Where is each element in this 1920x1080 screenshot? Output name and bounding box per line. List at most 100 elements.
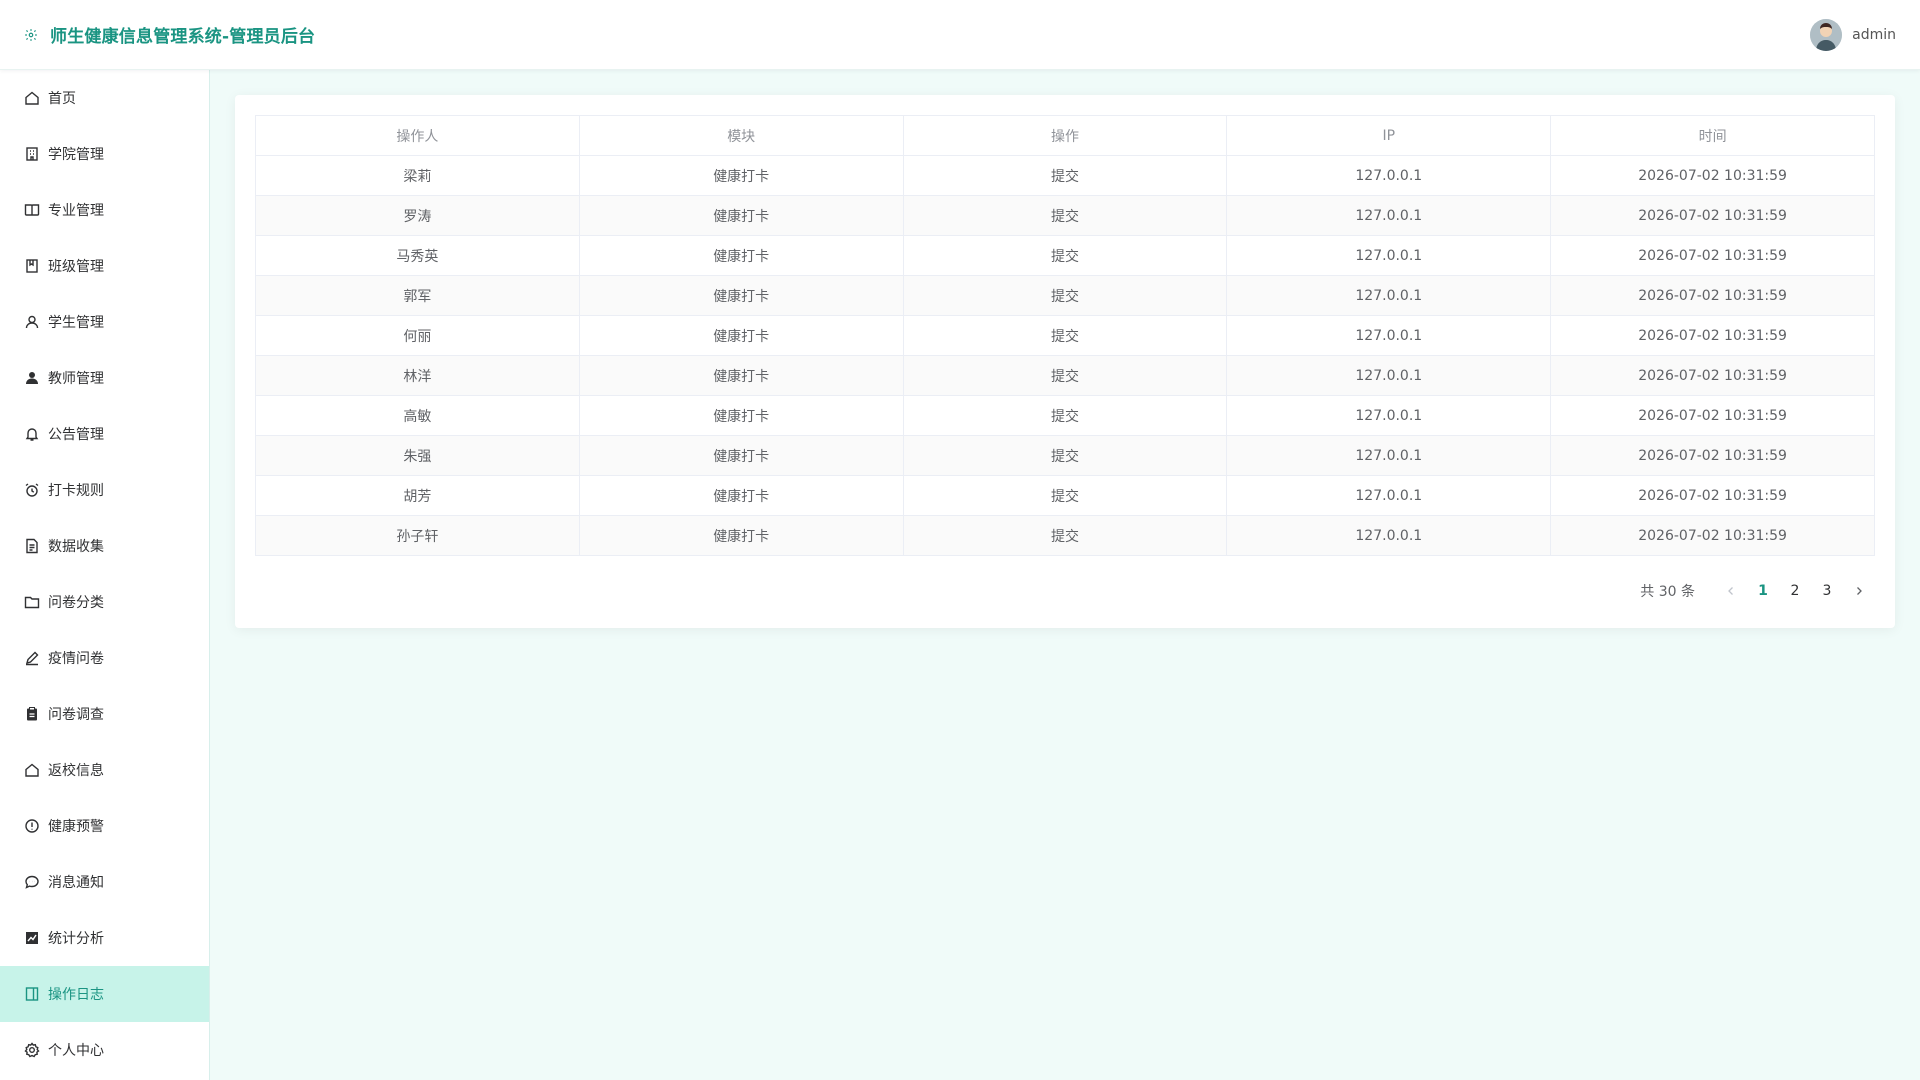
sidebar-item-2[interactable]: 专业管理 bbox=[0, 182, 209, 238]
sidebar-item-16[interactable]: 操作日志 bbox=[0, 966, 209, 1022]
table-cell: 孙子轩 bbox=[255, 515, 580, 556]
table-row[interactable]: 胡芳 健康打卡 提交 127.0.0.1 2026-07-02 10:31:59 bbox=[255, 475, 1875, 516]
edit-icon bbox=[24, 650, 40, 666]
sidebar-item-3[interactable]: 班级管理 bbox=[0, 238, 209, 294]
table-cell: 127.0.0.1 bbox=[1226, 195, 1552, 236]
table-cell: 2026-07-02 10:31:59 bbox=[1550, 395, 1875, 436]
user-solid-icon bbox=[24, 370, 40, 386]
table-cell: 127.0.0.1 bbox=[1226, 355, 1552, 396]
table-row[interactable]: 梁莉 健康打卡 提交 127.0.0.1 2026-07-02 10:31:59 bbox=[255, 155, 1875, 196]
table-row[interactable]: 孙子轩 健康打卡 提交 127.0.0.1 2026-07-02 10:31:59 bbox=[255, 515, 1875, 556]
table-cell: 梁莉 bbox=[255, 155, 580, 196]
column-header[interactable]: 操作 bbox=[902, 115, 1228, 156]
column-header[interactable]: IP bbox=[1226, 115, 1552, 156]
alarm-clock-icon bbox=[24, 482, 40, 498]
table-row[interactable]: 马秀英 健康打卡 提交 127.0.0.1 2026-07-02 10:31:59 bbox=[255, 235, 1875, 276]
sidebar-item-4[interactable]: 学生管理 bbox=[0, 294, 209, 350]
sidebar-item-14[interactable]: 消息通知 bbox=[0, 854, 209, 910]
table-cell: 提交 bbox=[902, 475, 1228, 516]
table-cell: 健康打卡 bbox=[578, 315, 904, 356]
sidebar-item-label: 打卡规则 bbox=[48, 483, 104, 499]
table-cell: 提交 bbox=[902, 355, 1228, 396]
sidebar-item-label: 个人中心 bbox=[48, 1043, 104, 1059]
sidebar-item-1[interactable]: 学院管理 bbox=[0, 126, 209, 182]
sidebar-item-6[interactable]: 公告管理 bbox=[0, 406, 209, 462]
chevron-left-icon[interactable] bbox=[1715, 577, 1747, 605]
table-cell: 健康打卡 bbox=[578, 235, 904, 276]
table-cell: 胡芳 bbox=[255, 475, 580, 516]
sidebar-item-8[interactable]: 数据收集 bbox=[0, 518, 209, 574]
table-row[interactable]: 林洋 健康打卡 提交 127.0.0.1 2026-07-02 10:31:59 bbox=[255, 355, 1875, 396]
table-cell: 2026-07-02 10:31:59 bbox=[1550, 275, 1875, 316]
chart-icon bbox=[24, 930, 40, 946]
table-cell: 提交 bbox=[902, 275, 1228, 316]
clipboard-icon bbox=[24, 706, 40, 722]
log-table-card: 操作人 模块 操作 IP 时间 梁莉 健康打卡 提交 127.0.0.1 2026-07-02 … bbox=[235, 95, 1895, 628]
sidebar-item-10[interactable]: 疫情问卷 bbox=[0, 630, 209, 686]
table-row[interactable]: 罗涛 健康打卡 提交 127.0.0.1 2026-07-02 10:31:59 bbox=[255, 195, 1875, 236]
avatar[interactable] bbox=[1810, 18, 1843, 51]
folder-icon bbox=[24, 594, 40, 610]
sidebar-item-12[interactable]: 返校信息 bbox=[0, 742, 209, 798]
table-cell: 高敏 bbox=[255, 395, 580, 436]
table-row[interactable]: 朱强 健康打卡 提交 127.0.0.1 2026-07-02 10:31:59 bbox=[255, 435, 1875, 476]
chat-icon bbox=[24, 874, 40, 890]
table-cell: 何丽 bbox=[255, 315, 580, 356]
username[interactable]: admin bbox=[1852, 27, 1896, 43]
sidebar-item-13[interactable]: 健康预警 bbox=[0, 798, 209, 854]
table-cell: 健康打卡 bbox=[578, 475, 904, 516]
table-cell: 提交 bbox=[902, 315, 1228, 356]
column-header[interactable]: 模块 bbox=[578, 115, 904, 156]
gear-icon bbox=[24, 27, 40, 43]
page-number-button[interactable]: 2 bbox=[1779, 577, 1811, 605]
user-menu[interactable]: admin bbox=[1810, 18, 1896, 51]
sidebar-item-label: 专业管理 bbox=[48, 203, 104, 219]
pagination-total: 共 30 条 bbox=[1640, 584, 1695, 600]
table-cell: 2026-07-02 10:31:59 bbox=[1550, 195, 1875, 236]
sidebar: 首页学院管理专业管理班级管理 学生管理教师管理公告管理打卡规则数据收集问卷分类疫情… bbox=[0, 70, 210, 1080]
table-cell: 2026-07-02 10:31:59 bbox=[1550, 235, 1875, 276]
table-row[interactable]: 何丽 健康打卡 提交 127.0.0.1 2026-07-02 10:31:59 bbox=[255, 315, 1875, 356]
sidebar-item-label: 健康预警 bbox=[48, 819, 104, 835]
bell-icon bbox=[24, 426, 40, 442]
table-cell: 林洋 bbox=[255, 355, 580, 396]
operation-log-table: 操作人 模块 操作 IP 时间 梁莉 健康打卡 提交 127.0.0.1 2026-07-02 … bbox=[255, 115, 1875, 556]
sidebar-item-label: 首页 bbox=[48, 91, 76, 107]
notebook-icon bbox=[24, 258, 40, 274]
sidebar-item-7[interactable]: 打卡规则 bbox=[0, 462, 209, 518]
table-cell: 127.0.0.1 bbox=[1226, 395, 1552, 436]
column-header[interactable]: 时间 bbox=[1550, 115, 1875, 156]
table-cell: 健康打卡 bbox=[578, 195, 904, 236]
sidebar-item-15[interactable]: 统计分析 bbox=[0, 910, 209, 966]
table-cell: 朱强 bbox=[255, 435, 580, 476]
home-icon bbox=[24, 90, 40, 106]
table-row[interactable]: 郭军 健康打卡 提交 127.0.0.1 2026-07-02 10:31:59 bbox=[255, 275, 1875, 316]
table-cell: 127.0.0.1 bbox=[1226, 515, 1552, 556]
sidebar-item-label: 学院管理 bbox=[48, 147, 104, 163]
table-cell: 2026-07-02 10:31:59 bbox=[1550, 475, 1875, 516]
sidebar-item-11[interactable]: 问卷调查 bbox=[0, 686, 209, 742]
page-number-button[interactable]: 1 bbox=[1747, 577, 1779, 605]
building-icon bbox=[24, 146, 40, 162]
sidebar-item-0[interactable]: 首页 bbox=[0, 70, 209, 126]
table-cell: 健康打卡 bbox=[578, 435, 904, 476]
table-cell: 2026-07-02 10:31:59 bbox=[1550, 515, 1875, 556]
table-cell: 罗涛 bbox=[255, 195, 580, 236]
page-number-button[interactable]: 3 bbox=[1811, 577, 1843, 605]
sidebar-item-5[interactable]: 教师管理 bbox=[0, 350, 209, 406]
table-cell: 2026-07-02 10:31:59 bbox=[1550, 315, 1875, 356]
chevron-right-icon[interactable] bbox=[1843, 577, 1875, 605]
sidebar-item-label: 公告管理 bbox=[48, 427, 104, 443]
table-cell: 健康打卡 bbox=[578, 275, 904, 316]
table-row[interactable]: 高敏 健康打卡 提交 127.0.0.1 2026-07-02 10:31:59 bbox=[255, 395, 1875, 436]
column-header[interactable]: 操作人 bbox=[255, 115, 580, 156]
sidebar-item-9[interactable]: 问卷分类 bbox=[0, 574, 209, 630]
table-cell: 提交 bbox=[902, 395, 1228, 436]
user-icon bbox=[24, 314, 40, 330]
sidebar-item-label: 教师管理 bbox=[48, 371, 104, 387]
table-cell: 提交 bbox=[902, 235, 1228, 276]
sidebar-item-17[interactable]: 个人中心 bbox=[0, 1022, 209, 1078]
table-cell: 127.0.0.1 bbox=[1226, 315, 1552, 356]
table-cell: 提交 bbox=[902, 195, 1228, 236]
sidebar-item-label: 问卷分类 bbox=[48, 595, 104, 611]
